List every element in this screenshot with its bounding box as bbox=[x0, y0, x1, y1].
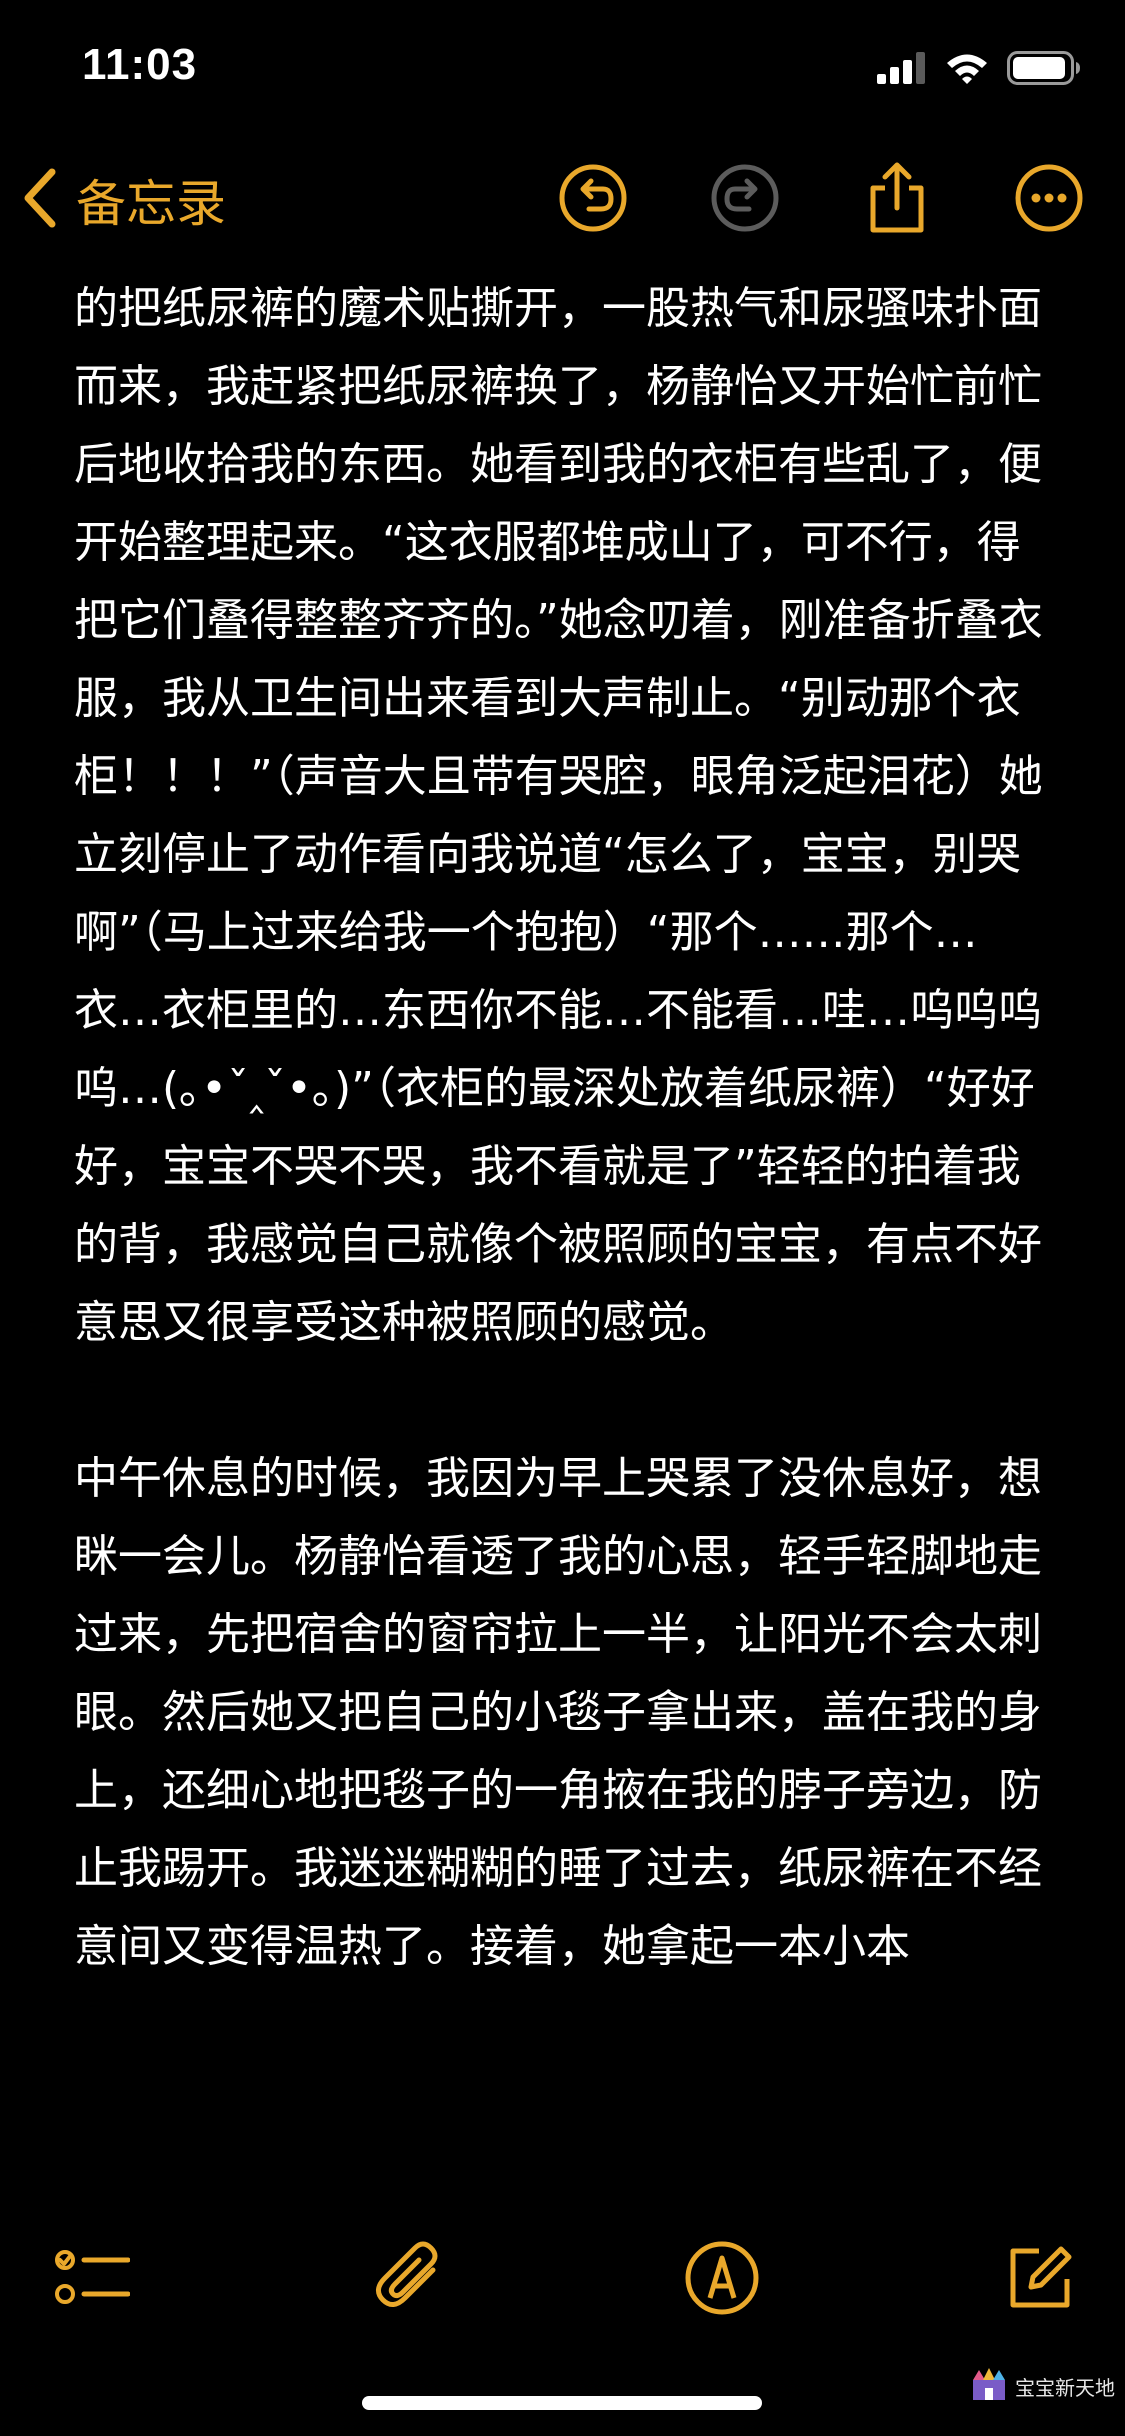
status-bar: 11:03 bbox=[0, 0, 1125, 130]
redo-icon bbox=[710, 163, 780, 237]
chevron-left-icon bbox=[20, 168, 60, 232]
status-time: 11:03 bbox=[82, 40, 198, 89]
wifi-icon bbox=[945, 52, 989, 88]
compose-button[interactable] bbox=[990, 2230, 1090, 2330]
status-icons bbox=[877, 50, 1081, 90]
more-button[interactable] bbox=[999, 150, 1099, 250]
cellular-signal-icon bbox=[877, 52, 927, 88]
undo-icon bbox=[558, 163, 628, 237]
redo-button[interactable] bbox=[695, 150, 795, 250]
back-button-label: 备忘录 bbox=[76, 175, 226, 233]
share-button[interactable] bbox=[847, 150, 947, 250]
navigation-bar: 备忘录 bbox=[0, 150, 1125, 250]
note-body-text[interactable]: 的把纸尿裤的魔术贴撕开，一股热气和尿骚味扑面而来，我赶紧把纸尿裤换了，杨静怡又开… bbox=[74, 150, 1064, 1986]
attachment-icon bbox=[375, 2240, 445, 2320]
markup-icon bbox=[684, 2240, 760, 2320]
watermark: 宝宝新天地 bbox=[969, 2366, 1115, 2406]
nav-actions bbox=[543, 150, 1099, 250]
home-indicator[interactable] bbox=[362, 2396, 762, 2410]
compose-icon bbox=[1005, 2243, 1075, 2317]
markup-button[interactable] bbox=[672, 2230, 772, 2330]
more-icon bbox=[1014, 163, 1084, 237]
battery-icon bbox=[1007, 51, 1081, 89]
back-button[interactable]: 备忘录 bbox=[20, 150, 226, 250]
watermark-text: 宝宝新天地 bbox=[1015, 2375, 1115, 2400]
note-content[interactable]: 的把纸尿裤的魔术贴撕开，一股热气和尿骚味扑面而来，我赶紧把纸尿裤换了，杨静怡又开… bbox=[74, 150, 1064, 2200]
undo-button[interactable] bbox=[543, 150, 643, 250]
attachment-button[interactable] bbox=[360, 2230, 460, 2330]
checklist-icon bbox=[54, 2246, 131, 2314]
checklist-button[interactable] bbox=[42, 2230, 142, 2330]
share-icon bbox=[865, 162, 929, 238]
castle-logo-icon bbox=[969, 2366, 1009, 2406]
